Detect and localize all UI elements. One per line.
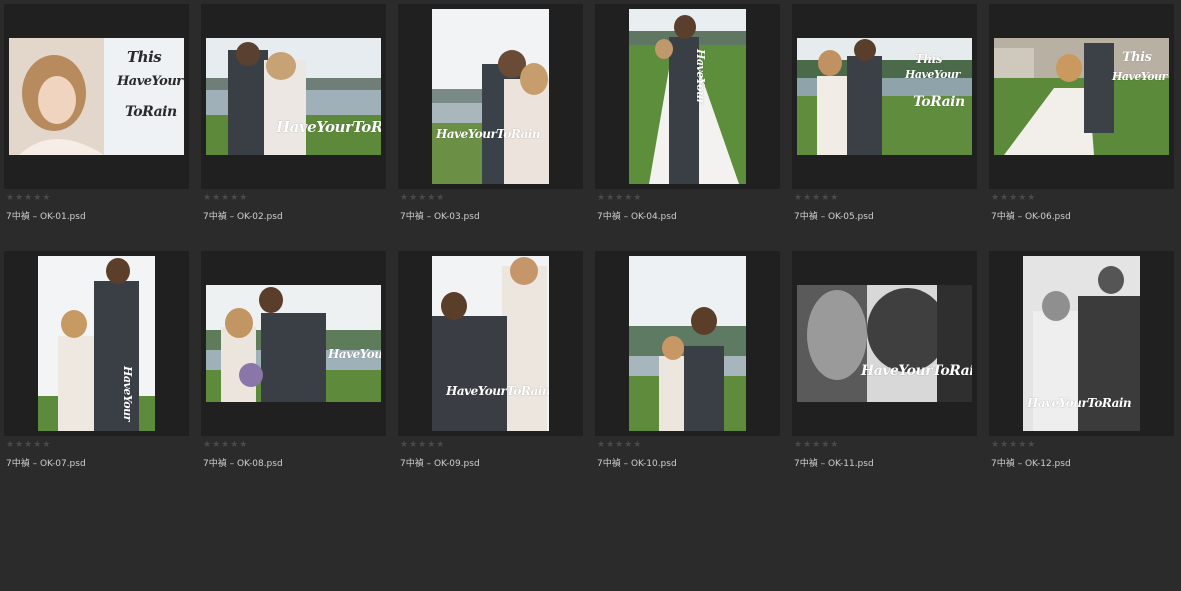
star-rating[interactable]: ★★★★★	[203, 440, 248, 450]
overlay-to-rain-text: ToRain	[125, 104, 177, 120]
file-name-label: 7中禎 – OK-08.psd	[203, 459, 283, 469]
star-rating[interactable]: ★★★★★	[400, 440, 445, 450]
thumbnail-image[interactable]	[629, 256, 746, 431]
thumbnail-image[interactable]: HaveYour	[38, 256, 155, 431]
overlay-tagline-text: HaveYourToRain	[446, 384, 549, 398]
file-name-label: 7中禎 – OK-09.psd	[400, 459, 480, 469]
thumbnail-cell[interactable]: This HaveYour ToRain ★★★★★ 7中禎 – OK-01.p…	[4, 4, 190, 226]
overlay-this-text: This	[915, 52, 942, 66]
thumbnail-cell[interactable]: HaveYourToRain ★★★★★ 7中禎 – OK-12.psd	[989, 251, 1175, 473]
thumbnail-image[interactable]: HaveYour	[206, 285, 381, 402]
thumbnail-grid: This HaveYour ToRain ★★★★★ 7中禎 – OK-01.p…	[0, 0, 1181, 591]
thumbnail-frame[interactable]: HaveYourToRain	[398, 251, 583, 436]
thumbnail-frame[interactable]: HaveYourToRain	[989, 251, 1174, 436]
thumbnail-cell[interactable]: HaveYourToRain ★★★★★ 7中禎 – OK-09.psd	[398, 251, 584, 473]
star-rating[interactable]: ★★★★★	[6, 440, 51, 450]
overlay-this-text: This	[127, 48, 162, 66]
overlay-have-your-text: HaveYour	[117, 74, 183, 89]
thumbnail-image[interactable]: HaveYourToRain	[206, 38, 381, 155]
thumbnail-image[interactable]: This HaveYour ToRain	[9, 38, 184, 155]
thumbnail-frame[interactable]: This HaveYour ToRain	[4, 4, 189, 189]
thumbnail-frame[interactable]: HaveYourToRain	[792, 251, 977, 436]
thumbnail-cell[interactable]: HaveYour ★★★★★ 7中禎 – OK-07.psd	[4, 251, 190, 473]
thumbnail-image[interactable]: This HaveYour	[994, 38, 1169, 155]
star-rating[interactable]: ★★★★★	[597, 193, 642, 203]
file-name-label: 7中禎 – OK-02.psd	[203, 212, 283, 222]
overlay-to-rain-text: ToRain	[913, 94, 965, 110]
thumbnail-frame[interactable]: This HaveYour ToRain	[792, 4, 977, 189]
star-rating[interactable]: ★★★★★	[400, 193, 445, 203]
file-name-label: 7中禎 – OK-04.psd	[597, 212, 677, 222]
star-rating[interactable]: ★★★★★	[203, 193, 248, 203]
thumbnail-image[interactable]: HaveYourToRain	[797, 285, 972, 402]
file-name-label: 7中禎 – OK-06.psd	[991, 212, 1071, 222]
file-name-label: 7中禎 – OK-12.psd	[991, 459, 1071, 469]
overlay-have-your-text: HaveYour	[1112, 70, 1167, 83]
overlay-tagline-text: HaveYourToRain	[861, 363, 972, 379]
star-rating[interactable]: ★★★★★	[597, 440, 642, 450]
thumbnail-cell[interactable]: ★★★★★ 7中禎 – OK-10.psd	[595, 251, 781, 473]
overlay-have-your-text: HaveYour	[121, 366, 134, 421]
overlay-this-text: This	[1122, 50, 1152, 65]
file-name-label: 7中禎 – OK-05.psd	[794, 212, 874, 222]
overlay-tagline-text: HaveYourToRain	[276, 118, 381, 136]
file-name-label: 7中禎 – OK-07.psd	[6, 459, 86, 469]
thumbnail-cell[interactable]: HaveYour ★★★★★ 7中禎 – OK-04.psd	[595, 4, 781, 226]
star-rating[interactable]: ★★★★★	[794, 440, 839, 450]
thumbnail-frame[interactable]	[595, 251, 780, 436]
file-name-label: 7中禎 – OK-11.psd	[794, 459, 874, 469]
thumbnail-cell[interactable]: HaveYourToRain ★★★★★ 7中禎 – OK-11.psd	[792, 251, 978, 473]
thumbnail-image[interactable]: HaveYour	[629, 9, 746, 184]
overlay-have-your-text: HaveYour	[694, 49, 707, 104]
overlay-have-your-text: HaveYour	[905, 68, 960, 81]
thumbnail-image[interactable]: HaveYourToRain	[432, 9, 549, 184]
thumbnail-frame[interactable]: This HaveYour	[989, 4, 1174, 189]
thumbnail-image[interactable]: HaveYourToRain	[1023, 256, 1140, 431]
overlay-have-your-text: HaveYour	[328, 347, 381, 361]
file-name-label: 7中禎 – OK-03.psd	[400, 212, 480, 222]
thumbnail-frame[interactable]: HaveYour	[4, 251, 189, 436]
thumbnail-cell[interactable]: HaveYour ★★★★★ 7中禎 – OK-08.psd	[201, 251, 387, 473]
star-rating[interactable]: ★★★★★	[991, 440, 1036, 450]
star-rating[interactable]: ★★★★★	[794, 193, 839, 203]
thumbnail-cell[interactable]: This HaveYour ToRain ★★★★★ 7中禎 – OK-05.p…	[792, 4, 978, 226]
thumbnail-image[interactable]: This HaveYour ToRain	[797, 38, 972, 155]
thumbnail-cell[interactable]: This HaveYour ★★★★★ 7中禎 – OK-06.psd	[989, 4, 1175, 226]
file-name-label: 7中禎 – OK-01.psd	[6, 212, 86, 222]
thumbnail-cell[interactable]: HaveYourToRain ★★★★★ 7中禎 – OK-03.psd	[398, 4, 584, 226]
thumbnail-frame[interactable]: HaveYour	[595, 4, 780, 189]
star-rating[interactable]: ★★★★★	[6, 193, 51, 203]
overlay-tagline-text: HaveYourToRain	[436, 127, 541, 141]
thumbnail-frame[interactable]: HaveYour	[201, 251, 386, 436]
star-rating[interactable]: ★★★★★	[991, 193, 1036, 203]
thumbnail-cell[interactable]: HaveYourToRain ★★★★★ 7中禎 – OK-02.psd	[201, 4, 387, 226]
overlay-tagline-text: HaveYourToRain	[1027, 396, 1132, 410]
thumbnail-image[interactable]: HaveYourToRain	[432, 256, 549, 431]
thumbnail-frame[interactable]: HaveYourToRain	[398, 4, 583, 189]
file-name-label: 7中禎 – OK-10.psd	[597, 459, 677, 469]
thumbnail-frame[interactable]: HaveYourToRain	[201, 4, 386, 189]
